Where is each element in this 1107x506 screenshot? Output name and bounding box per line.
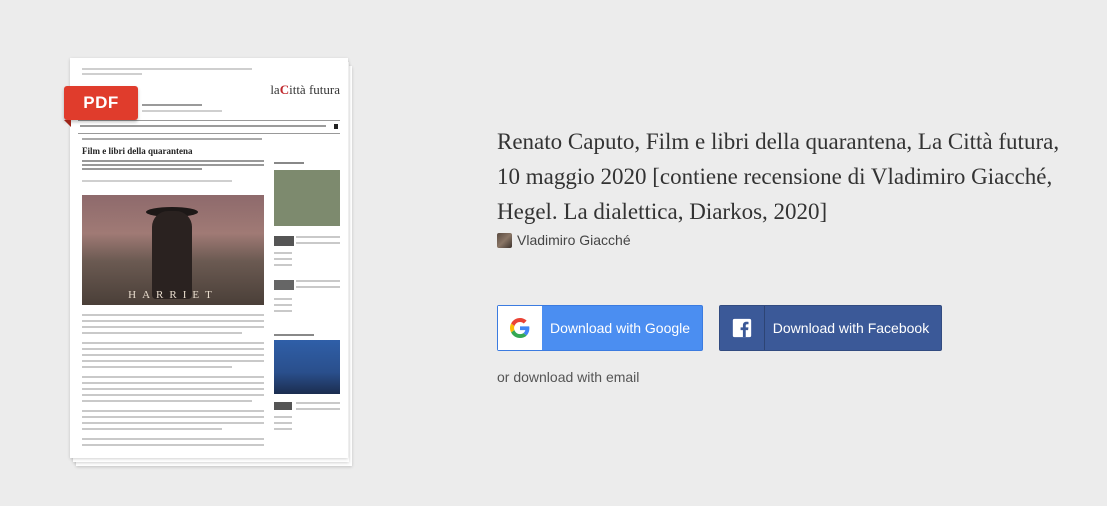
preview-text-line [82,400,252,402]
document-title: Renato Caputo, Film e libri della quaran… [497,129,1060,224]
preview-text-line [296,236,340,238]
preview-text-line [82,326,264,328]
download-buttons: Download with Google Download with Faceb… [497,305,942,351]
preview-text-line [82,314,264,316]
preview-text-line [274,304,292,306]
preview-text-line [296,242,340,244]
author[interactable]: Vladimiro Giacché [497,229,1087,251]
document-info: Renato Caputo, Film e libri della quaran… [497,124,1087,385]
preview-text-line [82,168,202,170]
preview-nav-icon [334,124,338,129]
preview-text-line [142,110,222,112]
preview-text-line [82,388,264,390]
download-google-button[interactable]: Download with Google [497,305,703,351]
preview-text-line [274,162,304,164]
preview-thumb [274,236,294,246]
preview-text-line [82,428,222,430]
download-facebook-button[interactable]: Download with Facebook [719,305,942,351]
preview-text-line [82,164,264,166]
preview-text-line [82,180,232,182]
preview-text-line [82,348,264,350]
google-icon [498,306,542,350]
preview-text-line [82,444,264,446]
preview-headline: Film e libri della quarantena [82,146,193,156]
facebook-icon [720,306,765,350]
preview-sidebar-image [274,170,340,226]
preview-text-line [82,138,262,140]
preview-text-line [274,310,292,312]
preview-photo: HARRIET [82,195,264,305]
preview-text-line [82,438,264,440]
preview-logo: laCittà futura [270,82,340,97]
preview-text-line [296,402,340,404]
preview-nav-line [80,125,326,127]
preview-text-line [274,428,292,430]
preview-photo-figure [152,211,192,299]
preview-text-line [82,160,264,162]
preview-text-line [142,104,202,106]
download-google-label: Download with Google [549,320,691,336]
pdf-badge: PDF [64,86,138,127]
preview-text-line [82,332,242,334]
preview-text-line [82,68,252,70]
preview-navbar [78,120,340,134]
download-email-link[interactable]: or download with email [497,369,639,385]
author-name[interactable]: Vladimiro Giacché [517,232,631,248]
preview-text-line [274,258,292,260]
preview-text-line [82,376,264,378]
preview-text-line [274,252,292,254]
preview-sidebar-image [274,340,340,394]
preview-thumb [274,280,294,290]
preview-text-line [82,422,264,424]
preview-text-line [274,298,292,300]
preview-text-line [296,286,340,288]
preview-text-line [82,354,264,356]
preview-text-line [82,360,264,362]
preview-text-line [274,416,292,418]
preview-text-line [274,334,314,336]
preview-thumb [274,402,292,410]
preview-text-line [274,422,292,424]
preview-text-line [296,408,340,410]
page: laCittà futura Film e libri della quaran… [0,0,1107,506]
preview-text-line [82,366,232,368]
preview-text-line [82,394,264,396]
preview-text-line [82,416,264,418]
preview-text-line [82,342,264,344]
author-avatar [497,232,512,248]
preview-text-line [274,264,292,266]
preview-photo-caption: HARRIET [128,289,218,301]
preview-text-line [82,73,142,75]
preview-text-line [82,382,264,384]
preview-text-line [82,410,264,412]
download-facebook-label: Download with Facebook [772,320,930,336]
preview-text-line [296,280,340,282]
preview-text-line [82,320,264,322]
